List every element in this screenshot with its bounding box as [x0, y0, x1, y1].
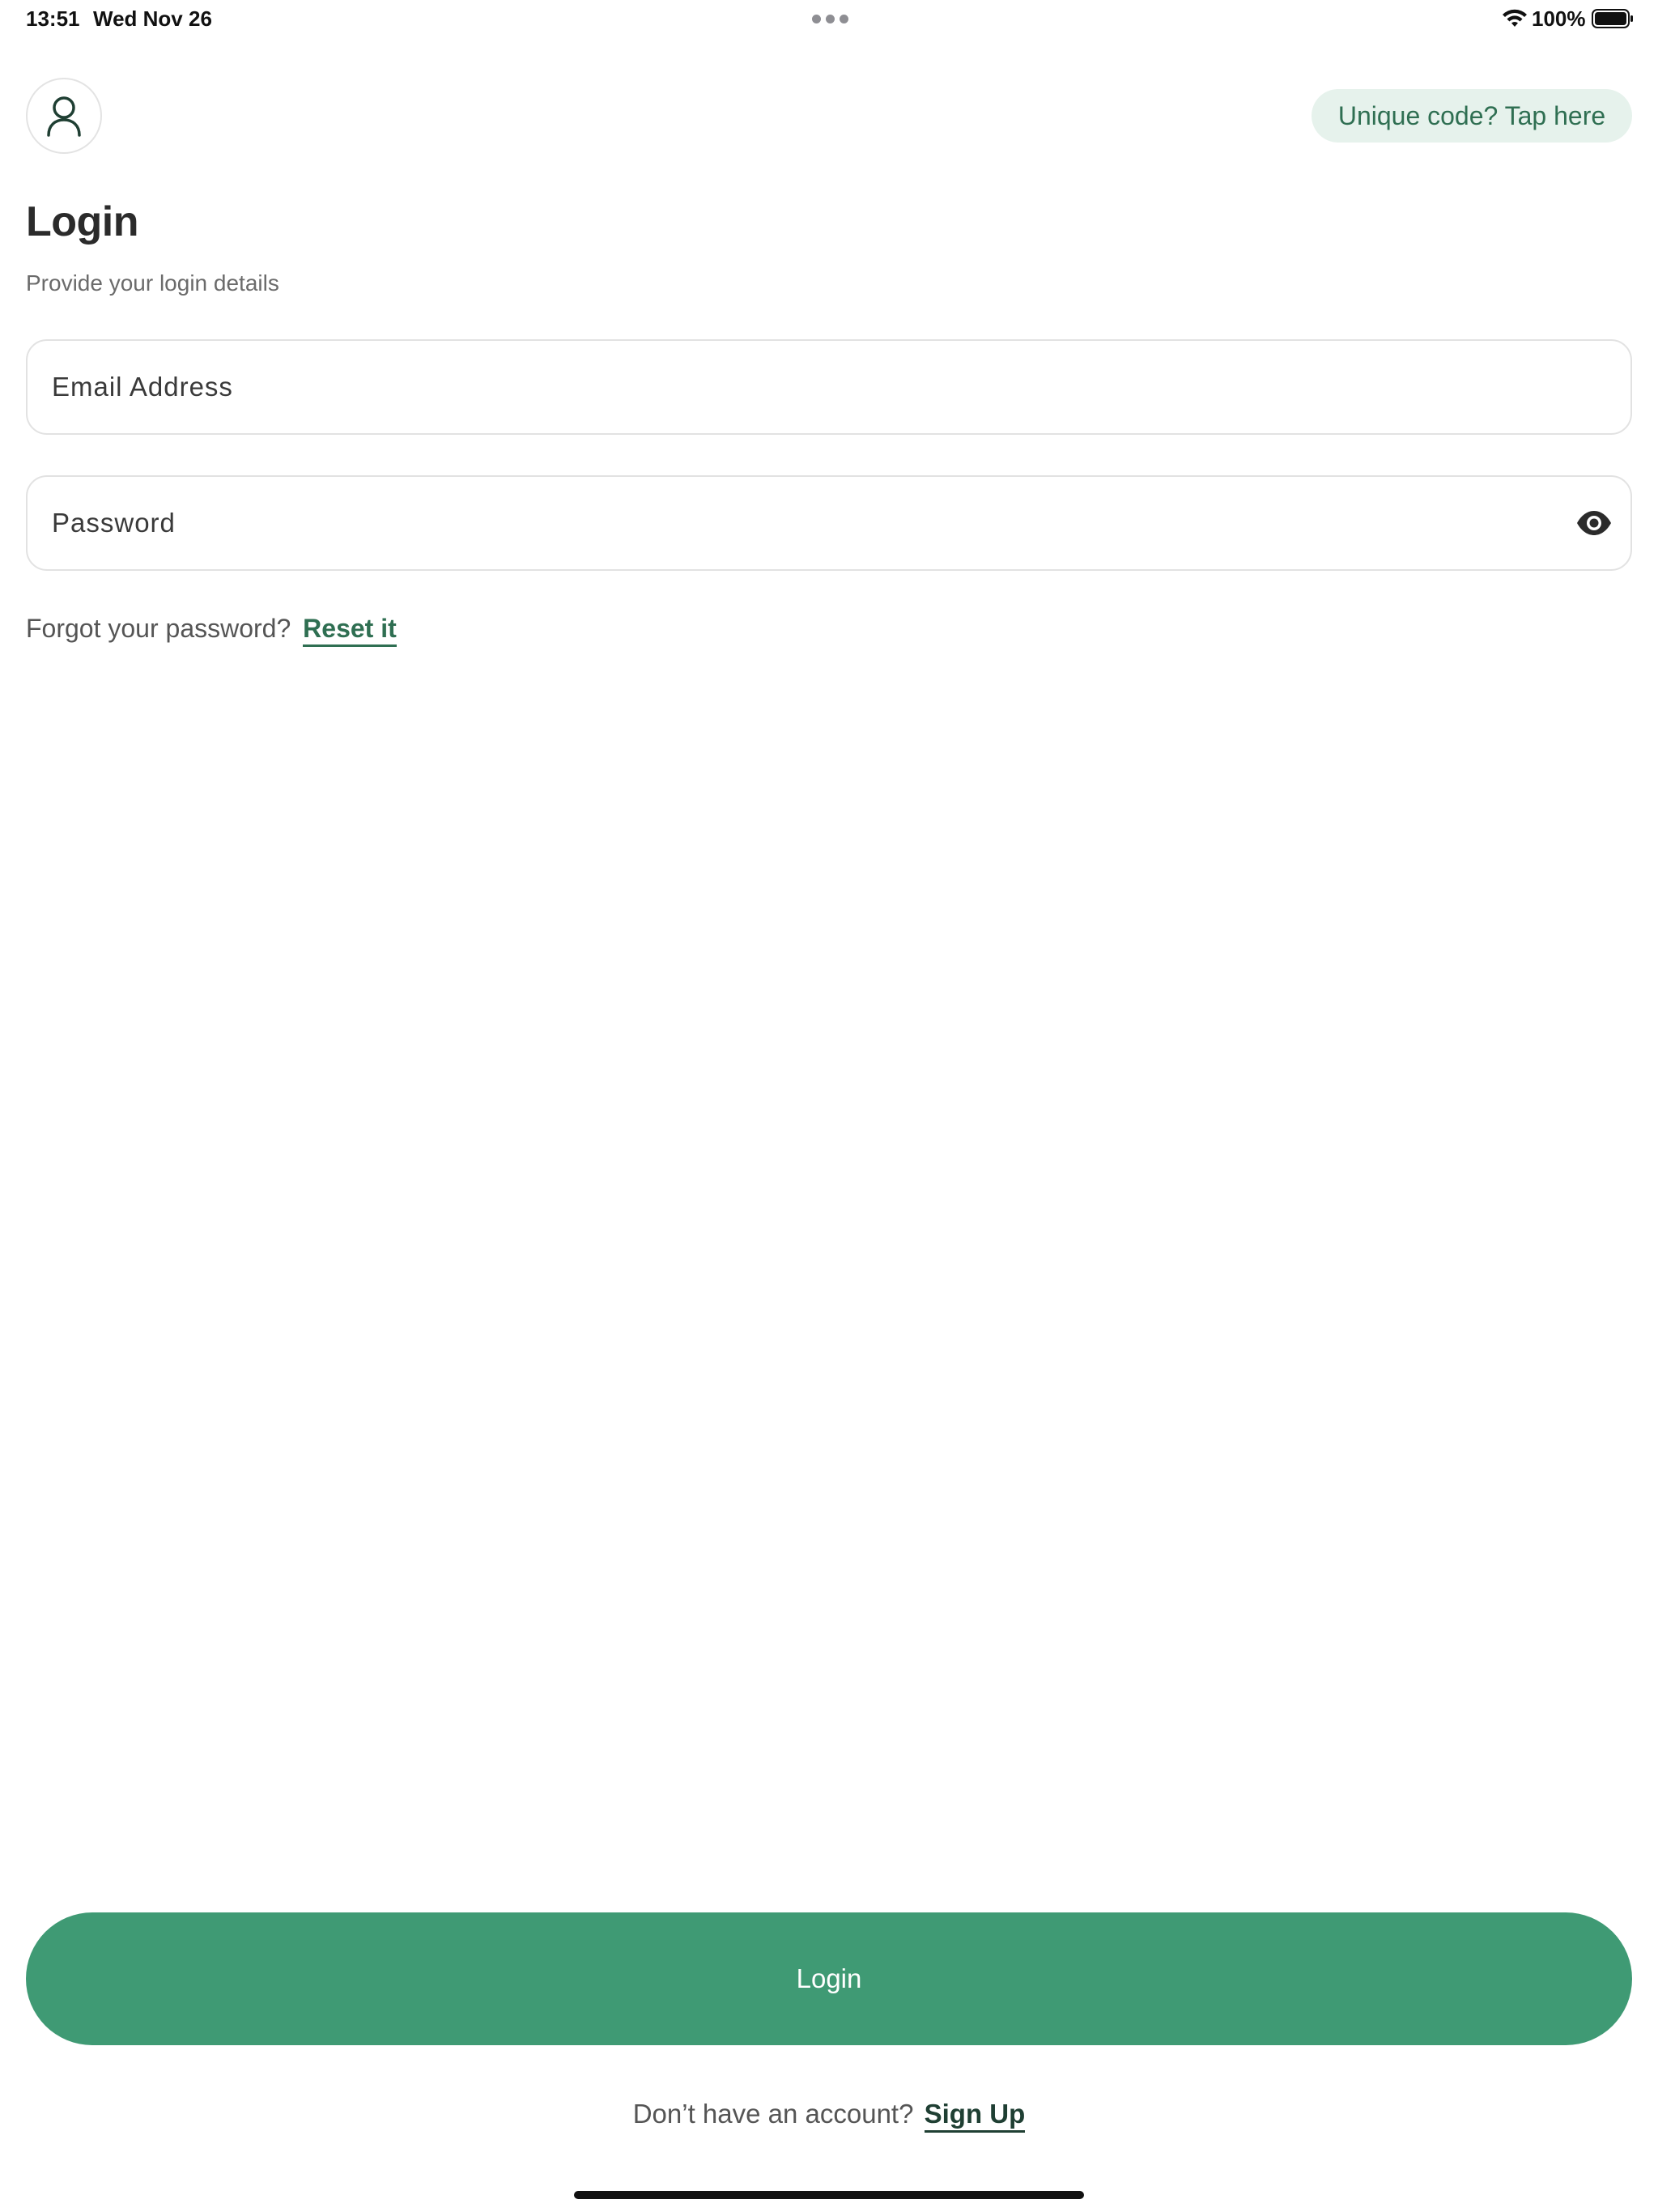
email-field[interactable]: [52, 341, 1558, 433]
unique-code-button[interactable]: Unique code? Tap here: [1312, 89, 1632, 143]
user-icon: [47, 96, 81, 137]
forgot-password-prompt: Forgot your password?: [26, 614, 291, 643]
wifi-icon: [1503, 9, 1527, 27]
password-field[interactable]: [52, 477, 1558, 569]
email-field-container: [26, 339, 1632, 435]
page-title: Login: [26, 198, 139, 245]
show-password-toggle[interactable]: [1575, 506, 1613, 540]
eye-icon: [1577, 511, 1611, 535]
profile-button[interactable]: [26, 78, 102, 154]
status-bar: 13:51 Wed Nov 26 100%: [0, 0, 1658, 39]
forgot-password-row: Forgot your password? Reset it: [26, 614, 397, 647]
signup-prompt: Don’t have an account?: [632, 2099, 914, 2129]
password-field-container: [26, 475, 1632, 571]
battery-percentage: 100%: [1532, 6, 1586, 31]
reset-password-link[interactable]: Reset it: [303, 614, 397, 647]
login-button[interactable]: Login: [26, 1912, 1632, 2045]
multitasking-dots-icon[interactable]: [812, 15, 849, 24]
login-screen: 13:51 Wed Nov 26 100% Unique code? Tap h…: [0, 0, 1658, 2212]
status-time: 13:51: [26, 6, 80, 31]
status-date: Wed Nov 26: [93, 6, 212, 31]
battery-icon: [1592, 9, 1633, 28]
page-subtitle: Provide your login details: [26, 270, 279, 296]
sign-up-link[interactable]: Sign Up: [924, 2099, 1026, 2133]
home-indicator[interactable]: [574, 2191, 1084, 2199]
signup-row: Don’t have an account? Sign Up: [0, 2099, 1658, 2133]
